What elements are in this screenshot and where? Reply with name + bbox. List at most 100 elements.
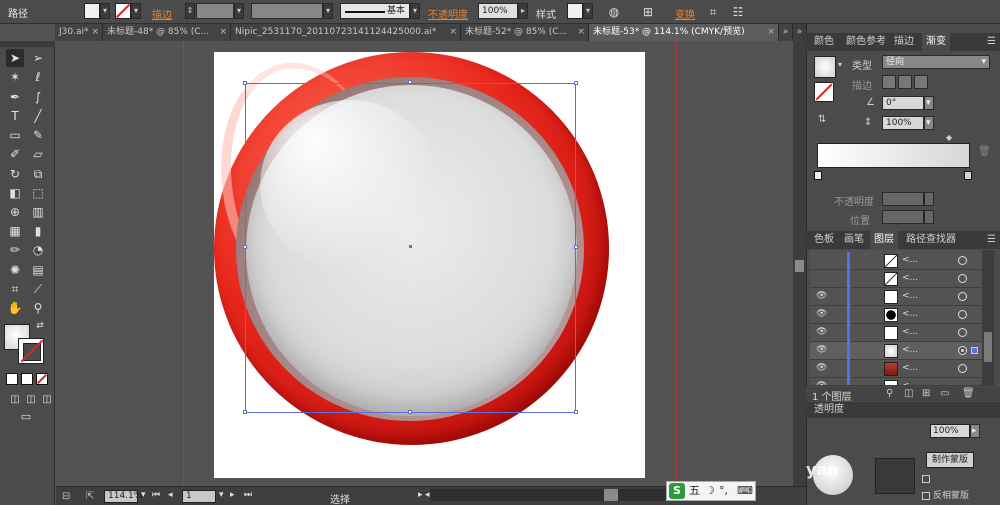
delete-layer-icon[interactable]: 🗑 bbox=[962, 388, 975, 399]
eye-icon[interactable]: 👁 bbox=[816, 327, 827, 337]
draw-inside-icon[interactable]: ◫ bbox=[38, 391, 56, 409]
opacity-dropdown-icon[interactable]: ▸ bbox=[518, 3, 528, 19]
midpoint-diamond-icon[interactable]: ◆ bbox=[946, 133, 952, 142]
tab-transparency[interactable]: 透明度 bbox=[810, 402, 848, 418]
punctuation-icon[interactable]: °, bbox=[719, 482, 728, 500]
direct-selection-tool-icon[interactable]: ➢ bbox=[29, 49, 47, 67]
tab-brushes[interactable]: 画笔 bbox=[840, 231, 868, 249]
layers-scrollbar[interactable] bbox=[982, 250, 994, 386]
status-menu-icon[interactable]: ▸ bbox=[418, 490, 423, 500]
stroke-gradient-option[interactable] bbox=[882, 75, 896, 89]
gradient-swatch-dropdown-icon[interactable]: ▾ bbox=[838, 60, 842, 69]
eye-icon[interactable]: 👁 bbox=[816, 363, 827, 373]
layer-row[interactable]: <... bbox=[810, 270, 982, 288]
selection-indicator[interactable] bbox=[971, 347, 978, 354]
angle-dropdown-icon[interactable]: ▾ bbox=[924, 96, 934, 110]
target-icon[interactable] bbox=[958, 274, 967, 283]
symbol-sprayer-tool-icon[interactable]: ✺ bbox=[6, 261, 24, 279]
stroke-gradient-option[interactable] bbox=[898, 75, 912, 89]
prev-artboard-icon[interactable]: ◂ bbox=[168, 490, 173, 500]
target-icon[interactable] bbox=[958, 346, 967, 355]
layer-name[interactable]: <... bbox=[902, 381, 918, 385]
layer-name[interactable]: <... bbox=[902, 291, 918, 301]
shape-builder-tool-icon[interactable]: ⊕ bbox=[6, 203, 24, 221]
gradient-stroke-swatch[interactable] bbox=[814, 82, 834, 102]
close-icon[interactable]: × bbox=[577, 24, 585, 41]
free-transform-tool-icon[interactable]: ⬚ bbox=[29, 184, 47, 202]
checkbox[interactable] bbox=[922, 474, 930, 483]
layer-name[interactable]: <... bbox=[902, 309, 918, 319]
align-icon[interactable]: ⊞ bbox=[640, 4, 656, 20]
layer-row[interactable]: <... bbox=[810, 252, 982, 270]
tab-swatches[interactable]: 色板 bbox=[810, 231, 838, 249]
resize-handle[interactable] bbox=[408, 410, 412, 414]
magic-wand-tool-icon[interactable]: ✶ bbox=[6, 68, 24, 86]
fill-swatch[interactable] bbox=[84, 3, 100, 19]
target-icon[interactable] bbox=[958, 364, 967, 373]
resize-handle[interactable] bbox=[243, 410, 247, 414]
layer-name[interactable]: <... bbox=[902, 273, 918, 283]
clipping-mask-icon[interactable]: ◫ bbox=[904, 388, 913, 399]
stroke-dropdown-icon[interactable]: ▾ bbox=[131, 3, 141, 19]
artboard-dropdown-icon[interactable]: ▾ bbox=[219, 490, 224, 500]
pen-tool-icon[interactable]: ✒ bbox=[6, 88, 24, 106]
tab-color-guide[interactable]: 颜色参考 bbox=[842, 33, 890, 51]
document-tab[interactable]: 未标题-48* @ 85% (C... × bbox=[103, 24, 231, 41]
tab-stroke[interactable]: 描边 bbox=[890, 33, 918, 51]
resize-handle[interactable] bbox=[574, 245, 578, 249]
first-artboard-icon[interactable]: ⏮ bbox=[152, 490, 160, 500]
recolor-icon[interactable]: ◍ bbox=[606, 4, 622, 20]
transparency-opacity-field[interactable]: 100% bbox=[930, 424, 970, 438]
blend-tool-icon[interactable]: ◔ bbox=[29, 241, 47, 259]
screen-mode-icon[interactable]: ▭ bbox=[17, 408, 35, 426]
close-icon[interactable]: × bbox=[91, 24, 99, 41]
gradient-stop[interactable] bbox=[814, 171, 822, 180]
gradient-stop[interactable] bbox=[964, 171, 972, 180]
width-tool-icon[interactable]: ◧ bbox=[6, 184, 24, 202]
stop-location-field[interactable] bbox=[882, 210, 924, 224]
perspective-grid-tool-icon[interactable]: ▥ bbox=[29, 203, 47, 221]
pencil-tool-icon[interactable]: ✐ bbox=[6, 145, 24, 163]
stroke-color-swatch[interactable] bbox=[18, 338, 44, 364]
horizontal-scroll-thumb[interactable] bbox=[604, 489, 618, 501]
stroke-gradient-option[interactable] bbox=[914, 75, 928, 89]
reverse-gradient-icon[interactable]: ⇅ bbox=[818, 114, 826, 125]
selection-tool-icon[interactable]: ➤ bbox=[6, 49, 24, 67]
zoom-dropdown-icon[interactable]: ▾ bbox=[141, 490, 146, 500]
tab-pathfinder[interactable]: 路径查找器 bbox=[902, 231, 960, 249]
share-icon[interactable]: ⇱ bbox=[86, 491, 94, 502]
resize-handle[interactable] bbox=[408, 80, 412, 84]
locate-object-icon[interactable]: ⚲ bbox=[886, 388, 893, 399]
eyedropper-tool-icon[interactable]: ✏ bbox=[6, 241, 24, 259]
brush-definition[interactable]: 基本 bbox=[340, 3, 410, 19]
document-tab-active[interactable]: 未标题-53* @ 114.1% (CMYK/预览) × bbox=[589, 24, 779, 41]
resize-handle[interactable] bbox=[243, 245, 247, 249]
resize-handle[interactable] bbox=[243, 81, 247, 85]
layer-row[interactable]: 👁 <... bbox=[810, 324, 982, 342]
layer-name[interactable]: <... bbox=[902, 255, 918, 265]
artboard-nav-icon[interactable]: ⊟ bbox=[62, 491, 70, 502]
layer-row[interactable]: 👁 <... bbox=[810, 360, 982, 378]
new-layer-icon[interactable]: ▭ bbox=[940, 388, 949, 399]
resize-handle[interactable] bbox=[574, 410, 578, 414]
stroke-weight-field[interactable] bbox=[196, 3, 234, 19]
hand-tool-icon[interactable]: ✋ bbox=[6, 299, 24, 317]
keyboard-icon[interactable]: ⌨ bbox=[737, 482, 753, 500]
target-icon[interactable] bbox=[958, 256, 967, 265]
gradient-tool-icon[interactable]: ▮ bbox=[29, 222, 47, 240]
stop-opacity-field[interactable] bbox=[882, 192, 924, 206]
stroke-panel-link[interactable]: 描边 bbox=[152, 6, 172, 21]
close-icon[interactable]: × bbox=[767, 24, 775, 41]
zoom-field[interactable]: 114.1% bbox=[104, 490, 142, 503]
aspect-ratio-field[interactable]: 100% bbox=[882, 116, 924, 130]
gradient-preview-swatch[interactable] bbox=[814, 56, 836, 78]
stroke-weight-dropdown-icon[interactable]: ▾ bbox=[234, 3, 244, 19]
opacity-panel-link[interactable]: 不透明度 bbox=[428, 6, 468, 21]
tab-gradient[interactable]: 渐变 bbox=[922, 33, 950, 51]
style-dropdown-icon[interactable]: ▾ bbox=[583, 3, 593, 19]
layer-row-selected[interactable]: 👁 <... bbox=[810, 342, 982, 360]
curvature-tool-icon[interactable]: ∫ bbox=[29, 88, 47, 106]
stop-opacity-dropdown-icon[interactable] bbox=[924, 192, 934, 206]
eye-icon[interactable]: 👁 bbox=[816, 291, 827, 301]
toolbox-grip[interactable] bbox=[0, 41, 55, 47]
